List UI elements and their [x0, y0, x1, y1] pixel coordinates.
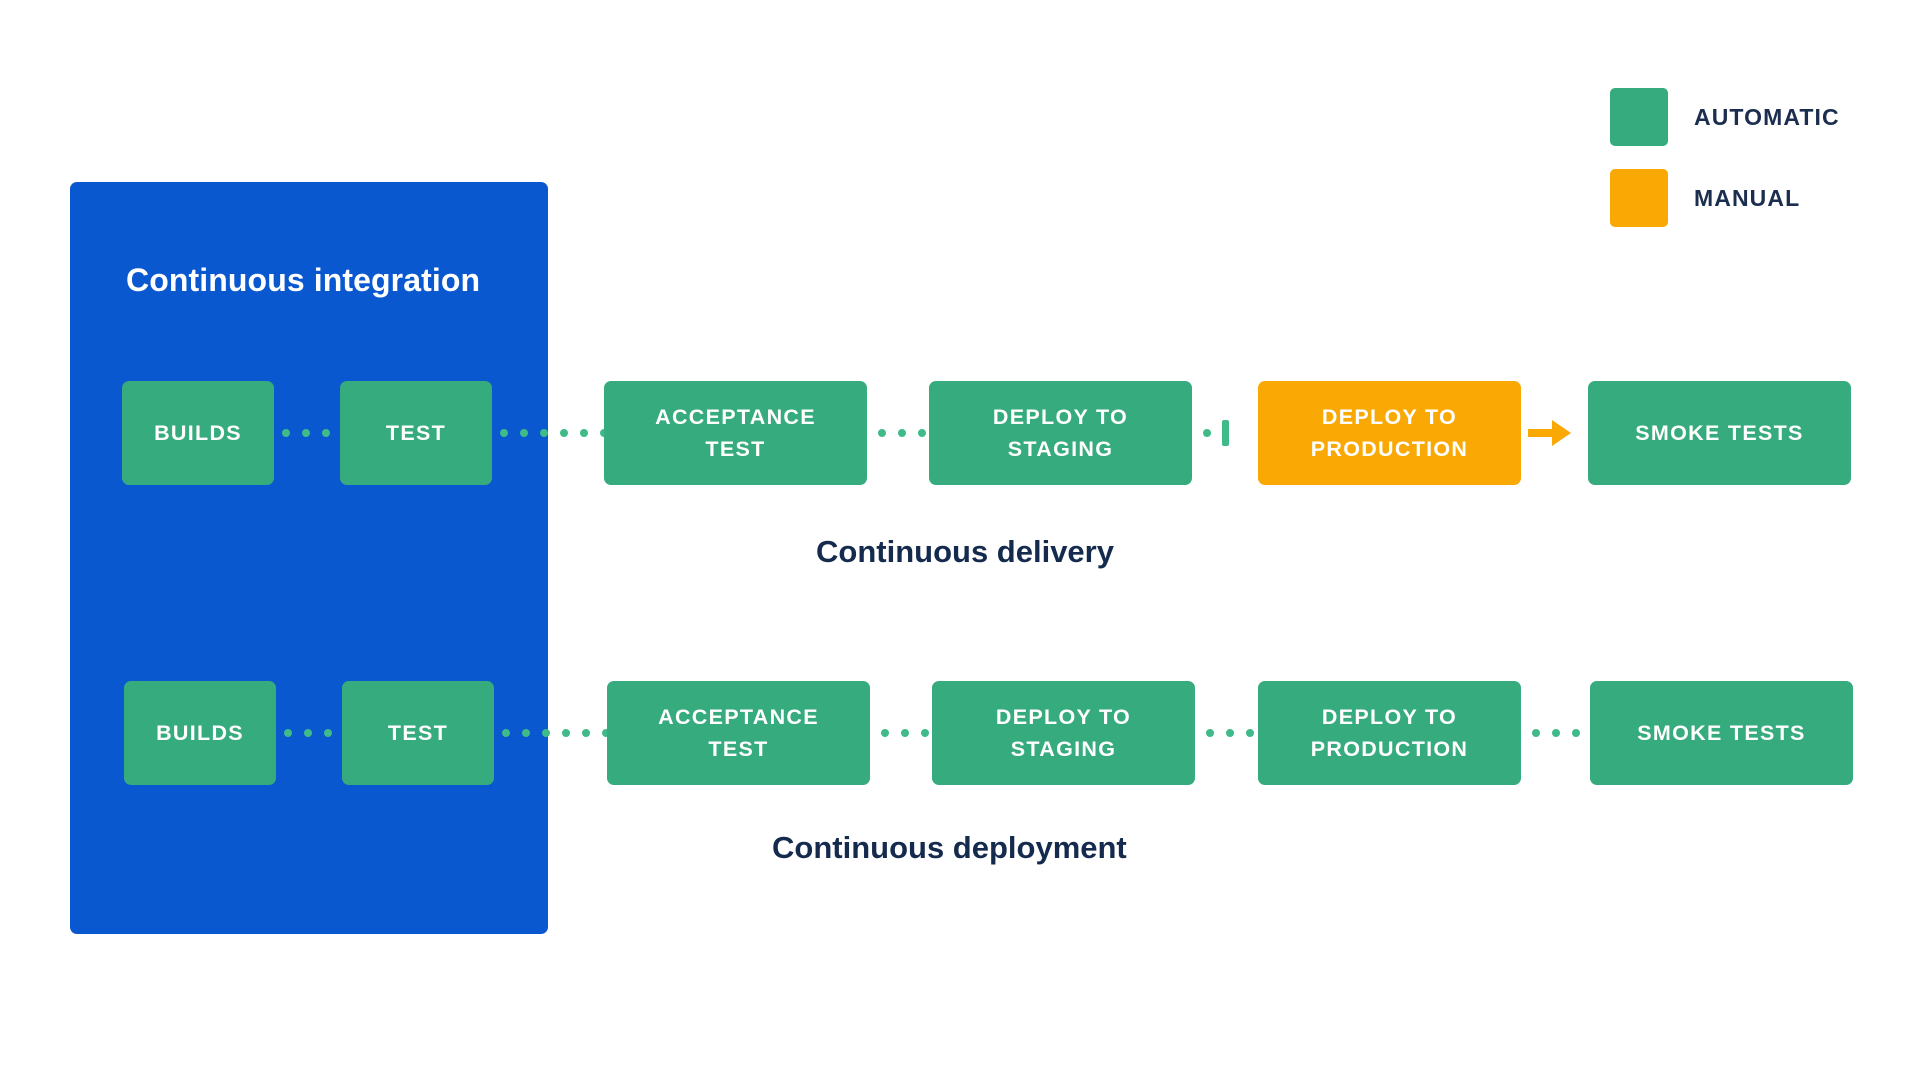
stage-label: DEPLOY TO PRODUCTION: [1310, 705, 1469, 761]
stage-label: DEPLOY TO STAGING: [995, 705, 1132, 761]
stage-label: BUILDS: [154, 421, 242, 445]
stage-label: SMOKE TESTS: [1635, 421, 1804, 445]
legend-item-manual: MANUAL: [1610, 169, 1840, 227]
stage-label: TEST: [385, 421, 447, 445]
manual-swatch-icon: [1610, 169, 1668, 227]
gate-dot-icon: [1203, 429, 1211, 437]
legend-item-automatic: AUTOMATIC: [1610, 88, 1840, 146]
legend: AUTOMATIC MANUAL: [1610, 88, 1840, 250]
arrow-right-icon: [1528, 420, 1571, 446]
stage-smoke-tests-delivery[interactable]: SMOKE TESTS: [1588, 381, 1851, 485]
automatic-swatch-icon: [1610, 88, 1668, 146]
stage-builds-delivery[interactable]: BUILDS: [122, 381, 274, 485]
connector-dotted-staging-production-deployment: [1206, 681, 1254, 785]
connector-dotted-production-smoke-deployment: [1532, 681, 1580, 785]
stage-deploy-to-staging-deployment[interactable]: DEPLOY TO STAGING: [932, 681, 1195, 785]
stage-label: BUILDS: [156, 721, 244, 745]
stage-deploy-to-production-deployment[interactable]: DEPLOY TO PRODUCTION: [1258, 681, 1521, 785]
stage-label: DEPLOY TO STAGING: [992, 405, 1129, 461]
stage-label: DEPLOY TO PRODUCTION: [1310, 405, 1469, 461]
gate-bar-icon: [1222, 420, 1229, 446]
continuous-integration-panel: Continuous integration: [70, 182, 548, 934]
pipeline-row-continuous-delivery: BUILDS TEST ACCEPTANCE TEST DEPLOY TO ST…: [0, 381, 1920, 485]
connector-arrow-production-smoke-delivery: [1528, 381, 1572, 485]
stage-label: TEST: [387, 721, 449, 745]
stage-deploy-to-production-delivery[interactable]: DEPLOY TO PRODUCTION: [1258, 381, 1521, 485]
connector-dotted-acceptance-staging-deployment: [881, 681, 929, 785]
pipeline-row-continuous-deployment: BUILDS TEST ACCEPTANCE TEST DEPLOY TO ST…: [0, 681, 1920, 785]
stage-builds-deployment[interactable]: BUILDS: [124, 681, 276, 785]
diagram-canvas: Continuous integration BUILDS TEST ACCEP…: [0, 0, 1920, 1080]
legend-label-automatic: AUTOMATIC: [1694, 103, 1840, 130]
stage-label: ACCEPTANCE TEST: [655, 405, 816, 461]
stage-acceptance-test-delivery[interactable]: ACCEPTANCE TEST: [604, 381, 867, 485]
stage-test-deployment[interactable]: TEST: [342, 681, 494, 785]
caption-continuous-delivery: Continuous delivery: [816, 534, 1114, 569]
stage-label: ACCEPTANCE TEST: [658, 705, 819, 761]
stage-deploy-to-staging-delivery[interactable]: DEPLOY TO STAGING: [929, 381, 1192, 485]
connector-dotted-acceptance-staging-delivery: [878, 381, 926, 485]
continuous-integration-title: Continuous integration: [126, 262, 481, 298]
stage-label: SMOKE TESTS: [1637, 721, 1806, 745]
stage-smoke-tests-deployment[interactable]: SMOKE TESTS: [1590, 681, 1853, 785]
caption-continuous-deployment: Continuous deployment: [772, 830, 1127, 865]
connector-manual-gate-delivery: [1203, 381, 1229, 485]
stage-acceptance-test-deployment[interactable]: ACCEPTANCE TEST: [607, 681, 870, 785]
stage-test-delivery[interactable]: TEST: [340, 381, 492, 485]
legend-label-manual: MANUAL: [1694, 184, 1801, 211]
